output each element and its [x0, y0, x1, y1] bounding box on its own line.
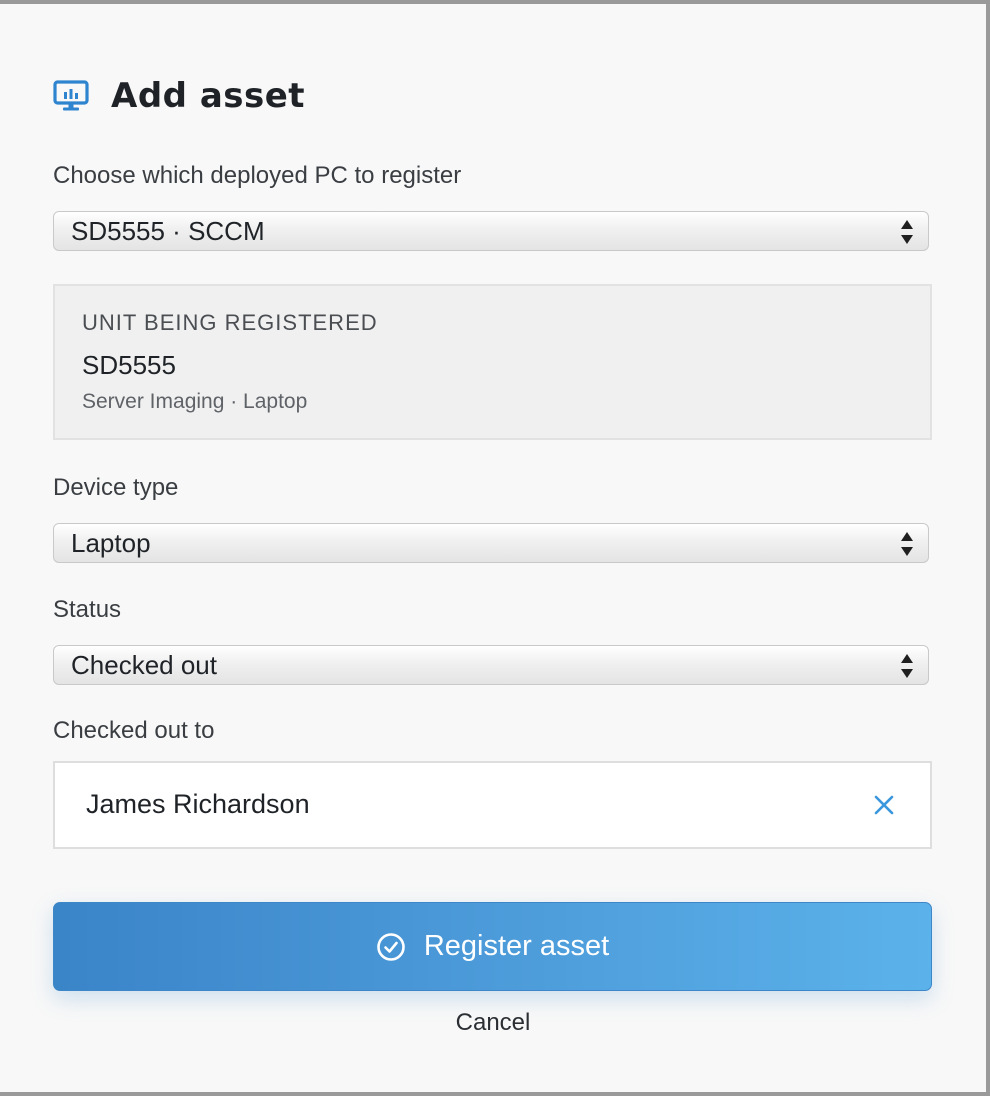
select-arrows-icon	[900, 531, 914, 557]
unit-details: Server Imaging · Laptop	[82, 390, 308, 413]
add-asset-dialog: Add asset Choose which deployed PC to re…	[0, 8, 986, 1090]
unit-info-panel: UNIT BEING REGISTERED SD5555 Server Imag…	[53, 284, 932, 440]
checked-out-to-field[interactable]: James Richardson	[53, 761, 932, 849]
cancel-button[interactable]: Cancel	[0, 1009, 986, 1037]
status-label: Status	[53, 596, 122, 623]
dialog-header: Add asset	[53, 76, 305, 116]
deployed-pc-label: Choose which deployed PC to register	[53, 162, 462, 189]
status-select[interactable]: Checked out	[53, 645, 929, 685]
monitor-chart-icon	[53, 79, 91, 113]
close-icon[interactable]	[872, 793, 896, 817]
unit-info-heading: UNIT BEING REGISTERED	[82, 310, 378, 335]
dialog-title: Add asset	[111, 76, 306, 116]
check-circle-icon	[376, 932, 406, 962]
window-frame: Add asset Choose which deployed PC to re…	[0, 0, 990, 1096]
register-asset-button[interactable]: Register asset	[53, 902, 932, 991]
checked-out-to-value: James Richardson	[86, 789, 310, 819]
status-selected-value: Checked out	[71, 649, 217, 680]
device-type-select[interactable]: Laptop	[53, 523, 929, 563]
register-asset-label: Register asset	[423, 930, 610, 962]
unit-id: SD5555	[82, 350, 176, 380]
device-type-selected-value: Laptop	[71, 527, 151, 558]
select-arrows-icon	[900, 219, 914, 245]
deployed-pc-select[interactable]: SD5555 · SCCM	[53, 211, 929, 251]
deployed-pc-selected-value: SD5555 · SCCM	[71, 215, 265, 246]
select-arrows-icon	[900, 653, 914, 679]
device-type-label: Device type	[53, 474, 179, 501]
checked-out-to-label: Checked out to	[53, 717, 215, 744]
